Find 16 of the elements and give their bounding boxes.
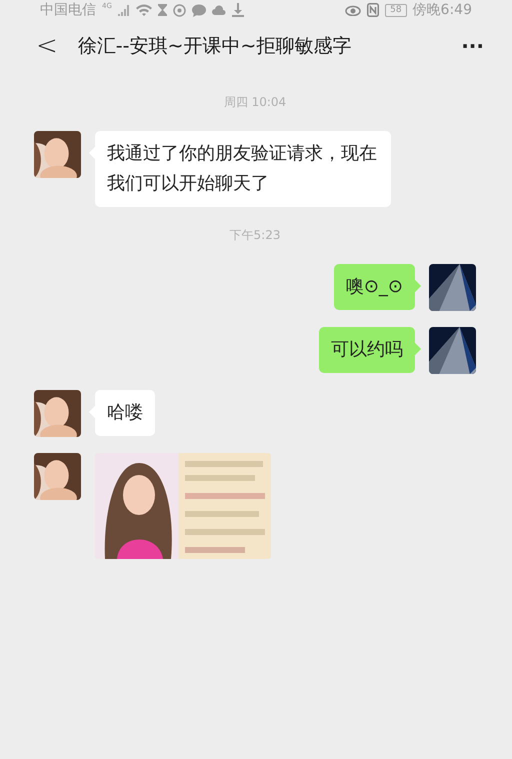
chat-icon: [192, 4, 206, 16]
clock-label: 傍晚6:49: [412, 1, 472, 19]
wifi-icon: [136, 4, 152, 16]
back-button[interactable]: <: [36, 31, 58, 61]
carrier-label: 中国电信: [40, 1, 96, 19]
cloud-icon: [212, 5, 226, 15]
download-icon: [232, 3, 244, 17]
more-button[interactable]: ···: [461, 34, 484, 58]
battery-indicator: 58: [385, 4, 407, 16]
hourglass-icon: [158, 4, 167, 16]
chat-title: 徐汇--安琪~开课中~拒聊敏感字: [78, 34, 352, 59]
timestamp: 周四 10:04: [224, 94, 286, 111]
signal-icon: [118, 4, 130, 16]
nfc-icon: [367, 3, 380, 17]
eye-icon: [345, 4, 362, 16]
timestamp: 下午5:23: [230, 227, 280, 244]
